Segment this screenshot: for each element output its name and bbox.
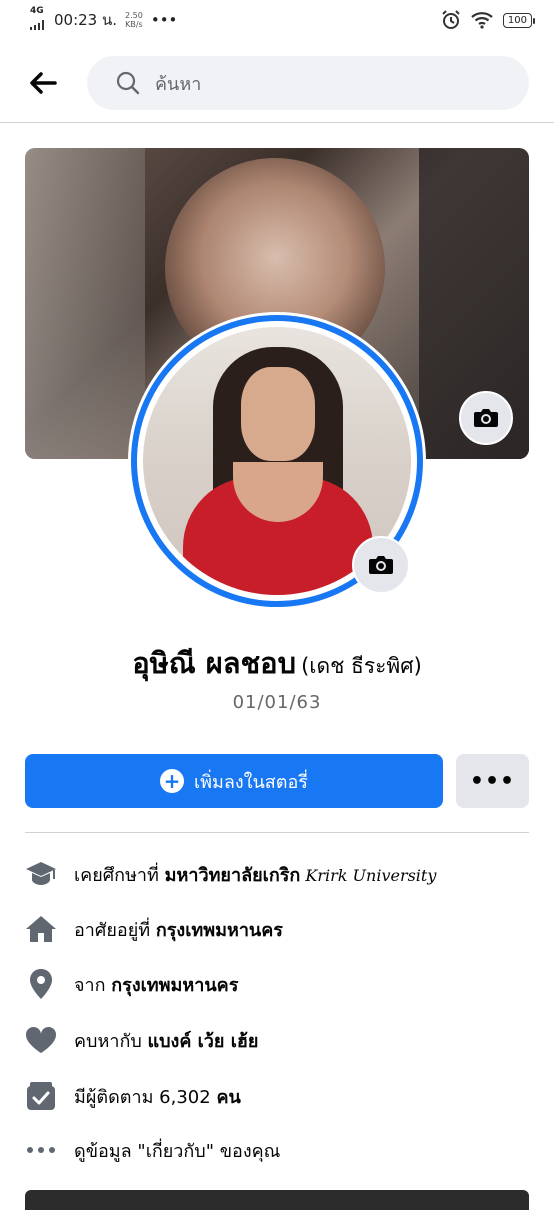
avatar-shape <box>241 367 315 461</box>
profile-alternate-name: (เดช ธีระพิศ) <box>301 654 422 678</box>
plus-icon: + <box>160 769 185 793</box>
info-from[interactable]: จาก กรุงเทพมหานคร <box>25 964 529 1004</box>
profile-name-row: อุษิณี ผลชอบ (เดช ธีระพิศ) <box>0 640 554 686</box>
edit-cover-photo-button[interactable] <box>459 391 513 445</box>
profile-name: อุษิณี ผลชอบ <box>132 646 297 680</box>
status-more-dots: ••• <box>150 11 178 29</box>
info-education[interactable]: เคยศึกษาที่ มหาวิทยาลัยเกริก Krirk Unive… <box>25 854 529 894</box>
graduation-cap-icon <box>25 858 57 890</box>
info-see-about[interactable]: ดูข้อมูล "เกี่ยวกับ" ของคุณ <box>25 1130 529 1170</box>
followers-icon <box>25 1080 57 1112</box>
search-icon <box>116 71 140 95</box>
network-speed: 2.50 KB/s <box>125 11 143 29</box>
info-value: คน <box>216 1086 241 1108</box>
speed-unit: KB/s <box>125 20 143 29</box>
heart-icon <box>25 1024 57 1056</box>
info-value: กรุงเทพมหานคร <box>111 974 239 996</box>
network-type: 4G <box>30 5 44 16</box>
home-icon <box>25 913 57 945</box>
info-prefix: ดูข้อมูล "เกี่ยวกับ" ของคุณ <box>74 1140 281 1162</box>
edit-profile-picture-button[interactable] <box>352 536 410 594</box>
info-followers[interactable]: มีผู้ติดตาม 6,302 คน <box>25 1076 529 1116</box>
info-prefix: เคยศึกษาที่ <box>74 864 165 886</box>
more-dots-icon <box>25 1134 57 1166</box>
camera-icon <box>369 556 393 574</box>
arrow-left-icon <box>30 72 57 94</box>
camera-icon <box>474 409 498 427</box>
info-value: แบงค์ เว้ย เฮ้ย <box>147 1030 259 1052</box>
status-bar: 4G 00:23 น. 2.50 KB/s ••• 100 <box>0 0 554 40</box>
more-dots-icon: ••• <box>469 768 516 794</box>
info-prefix: คบหากับ <box>74 1030 148 1052</box>
profile-bio-date: 01/01/63 <box>232 692 322 713</box>
location-pin-icon <box>25 968 57 1000</box>
search-input[interactable]: ค้นหา <box>87 56 529 110</box>
info-lives-in[interactable]: อาศัยอยู่ที่ กรุงเทพมหานคร <box>25 909 529 949</box>
more-options-button[interactable]: ••• <box>456 754 529 808</box>
back-button[interactable] <box>26 66 60 100</box>
add-to-story-button[interactable]: + เพิ่มลงในสตอรี่ <box>25 754 443 808</box>
status-time: 00:23 น. <box>54 11 118 29</box>
info-prefix: มีผู้ติดตาม 6,302 <box>74 1086 217 1108</box>
search-placeholder: ค้นหา <box>155 73 202 95</box>
top-divider <box>0 122 554 123</box>
signal-icon: 4G <box>30 5 46 34</box>
add-to-story-label: เพิ่มลงในสตอรี่ <box>194 771 308 793</box>
top-bar: ค้นหา <box>0 52 554 114</box>
alarm-icon <box>442 10 460 29</box>
speed-value: 2.50 <box>125 11 143 20</box>
cover-shape <box>25 148 145 459</box>
info-prefix: อาศัยอยู่ที่ <box>74 919 156 941</box>
info-extra: Krirk University <box>300 865 437 885</box>
info-value: มหาวิทยาลัยเกริก <box>164 864 301 886</box>
info-relationship[interactable]: คบหากับ แบงค์ เว้ย เฮ้ย <box>25 1020 529 1060</box>
info-value: กรุงเทพมหานคร <box>155 919 283 941</box>
battery-icon: 100 <box>502 12 536 28</box>
info-prefix: จาก <box>74 974 112 996</box>
photos-strip[interactable] <box>25 1190 529 1210</box>
wifi-icon <box>471 12 493 29</box>
section-divider <box>25 832 529 833</box>
